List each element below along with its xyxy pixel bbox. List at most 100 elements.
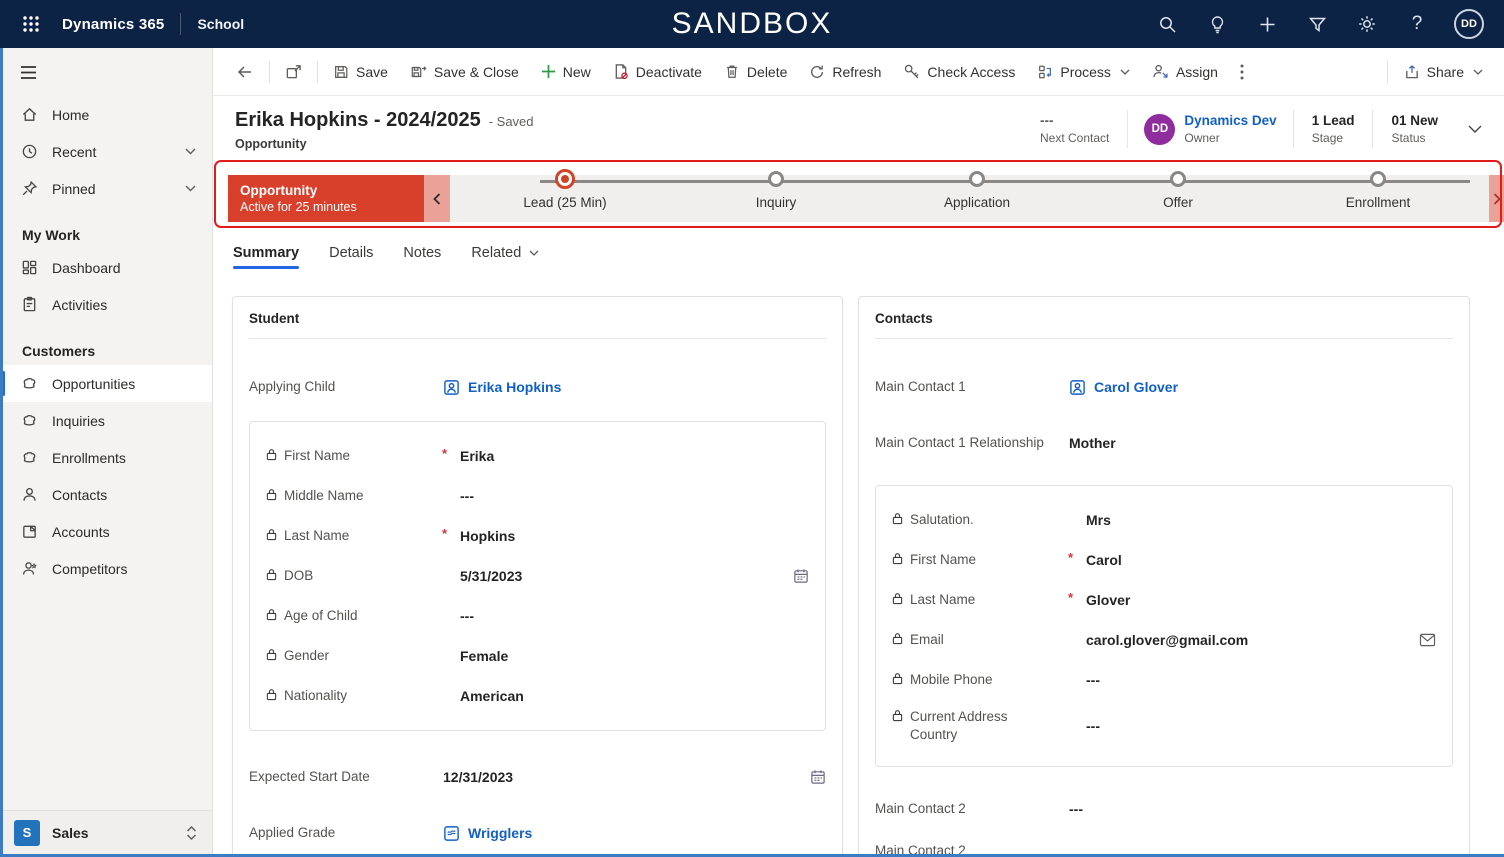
expected-start-date-row: Expected Start Date 12/31/2023 [249,757,826,797]
sidebar-item-home[interactable]: Home [0,96,212,133]
area-switcher[interactable]: S Sales [0,810,212,854]
back-arrow-icon [236,63,254,81]
lock-icon [892,709,903,722]
stage-lead[interactable]: Lead (25 Min) [485,171,645,210]
field-value[interactable]: --- [460,488,783,504]
user-avatar[interactable]: DD [1454,9,1484,39]
process-button[interactable]: Process [1026,54,1141,90]
stage-application[interactable]: Application [897,171,1057,210]
field-value[interactable]: 12/31/2023 [443,769,800,785]
email-icon[interactable] [1419,633,1436,647]
hamburger-icon[interactable] [20,65,37,80]
delete-button[interactable]: Delete [713,54,798,90]
field-value: 1 Lead [1312,112,1355,130]
divider [249,338,826,339]
field-value[interactable]: --- [1086,718,1410,734]
help-icon[interactable]: ? [1392,0,1442,48]
search-icon[interactable] [1142,0,1192,48]
settings-icon[interactable] [1342,0,1392,48]
topbar-actions: ? DD [1142,0,1490,48]
field-label: Middle Name [284,487,364,505]
field-value[interactable]: Mother [1069,435,1427,451]
sidebar-item-recent[interactable]: Recent [0,133,212,170]
stage-label: Offer [1098,195,1258,210]
refresh-button[interactable]: Refresh [798,54,892,90]
owner-field[interactable]: DD Dynamics Dev Owner [1128,112,1292,146]
stage-collapse-chevron[interactable] [424,175,450,222]
field-value[interactable]: Mrs [1086,512,1410,528]
field-label: Applying Child [249,378,335,396]
sidebar-item-activities[interactable]: Activities [0,286,212,323]
lookup-value[interactable]: Carol Glover [1094,379,1178,395]
deactivate-button[interactable]: Deactivate [602,54,713,90]
field-value[interactable]: American [460,688,783,704]
add-icon[interactable] [1242,0,1292,48]
back-button[interactable] [225,54,265,90]
calendar-icon[interactable] [810,769,826,785]
main-contact-2-row: Main Contact 2 --- [875,789,1453,829]
stage-next-chevron[interactable] [1489,175,1504,222]
lookup-value[interactable]: Wrigglers [468,825,532,841]
assign-button[interactable]: Assign [1141,54,1229,90]
accounts-icon [20,523,38,540]
tab-related[interactable]: Related [471,228,539,278]
app-area-title[interactable]: School [197,16,244,32]
tab-summary[interactable]: Summary [233,228,299,278]
field-value[interactable]: Hopkins [460,528,783,544]
filter-icon[interactable] [1292,0,1342,48]
delete-icon [724,63,740,80]
field-value[interactable]: --- [1086,672,1410,688]
sidebar-group-customers: Customers [0,323,212,365]
lock-icon [892,672,903,685]
field-value[interactable]: --- [1069,801,1427,817]
main-contact-1-link[interactable]: Carol Glover [1069,379,1427,396]
sidebar-item-label: Contacts [52,487,107,503]
sidebar-item-contacts[interactable]: Contacts [0,476,212,513]
share-button[interactable]: Share [1392,54,1494,90]
area-label: Sales [52,825,89,841]
status-field: 01 New Status [1373,112,1456,146]
save-and-close-button[interactable]: Save & Close [399,54,530,90]
save-button[interactable]: Save [322,54,399,90]
more-commands-button[interactable] [1229,54,1255,90]
sidebar-item-accounts[interactable]: Accounts [0,513,212,550]
field-value[interactable]: --- [460,608,783,624]
sidebar-item-inquiries[interactable]: Inquiries [0,402,212,439]
stage-inquiry[interactable]: Inquiry [696,171,856,210]
sidebar-item-enrollments[interactable]: Enrollments [0,439,212,476]
applied-grade-link[interactable]: Wrigglers [443,825,800,842]
lightbulb-icon[interactable] [1192,0,1242,48]
check-access-button[interactable]: Check Access [892,54,1026,90]
popout-button[interactable] [274,54,313,90]
student-section: Student Applying Child Erika Hopkins [232,296,843,857]
lookup-value[interactable]: Erika Hopkins [468,379,561,395]
calendar-icon[interactable] [793,568,809,584]
header-expand-chevron[interactable] [1456,125,1494,133]
stage-offer[interactable]: Offer [1098,171,1258,210]
sidebar-item-competitors[interactable]: Competitors [0,550,212,587]
waffle-icon[interactable] [14,7,48,41]
tab-notes[interactable]: Notes [403,228,441,278]
app-title[interactable]: Dynamics 365 [62,16,164,33]
active-stage-chip[interactable]: Opportunity Active for 25 minutes [228,175,424,222]
lock-icon [266,608,277,621]
field-value[interactable]: Glover [1086,592,1410,608]
sidebar-item-pinned[interactable]: Pinned [0,170,212,207]
save-close-icon [410,64,427,80]
field-row: Last Name * Hopkins [266,516,809,556]
record-title-text: Erika Hopkins - 2024/2025 [235,109,481,131]
field-value[interactable]: 5/31/2023 [460,568,783,584]
sidebar-item-opportunities[interactable]: Opportunities [0,365,212,402]
stage-enrollment[interactable]: Enrollment [1298,171,1458,210]
field-value[interactable]: Female [460,648,783,664]
field-value[interactable]: Carol [1086,552,1410,568]
field-label: Last Name [910,591,975,609]
field-value[interactable]: Erika [460,448,783,464]
field-row: Middle Name --- [266,476,809,516]
sidebar-item-dashboard[interactable]: Dashboard [0,249,212,286]
field-value[interactable]: carol.glover@gmail.com [1086,632,1410,648]
new-button[interactable]: New [530,54,602,90]
tab-details[interactable]: Details [329,228,373,278]
owner-link[interactable]: Dynamics Dev [1184,112,1276,130]
applying-child-link[interactable]: Erika Hopkins [443,379,800,396]
